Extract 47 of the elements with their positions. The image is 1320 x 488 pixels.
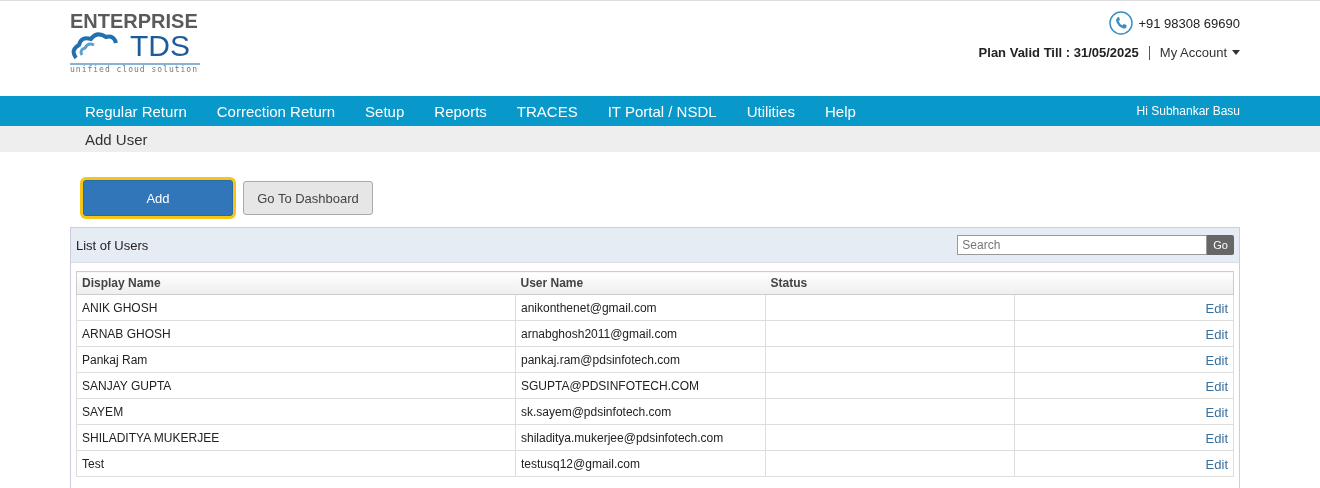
logo-text: TDS [130,31,190,61]
my-account-link[interactable]: My Account [1159,45,1240,60]
table-cell: SANJAY GUPTA [76,372,516,399]
column-header: Display Name [76,271,516,295]
nav-menu-item[interactable]: TRACES [501,102,593,120]
nav-menu-item[interactable]: IT Portal / NSDL [592,102,732,120]
table-cell: anikonthenet@gmail.com [515,294,766,321]
edit-link[interactable]: Edit [1205,457,1228,472]
table-cell: testusq12@gmail.com [515,450,766,477]
edit-link[interactable]: Edit [1205,379,1228,394]
edit-link[interactable]: Edit [1205,353,1228,368]
table-cell: SGUPTA@PDSINFOTECH.COM [515,372,766,399]
table-cell: ARNAB GHOSH [76,320,516,347]
table-cell: arnabghosh2011@gmail.com [515,320,766,347]
table-cell: shiladitya.mukerjee@pdsinfotech.com [515,424,766,451]
nav-menu-item[interactable]: Setup [350,102,420,120]
logo-tagline: unified cloud solution [70,63,200,74]
dashboard-button[interactable]: Go To Dashboard [243,181,373,215]
search-field[interactable]: Search [957,235,1208,255]
nav-menu-item[interactable]: Reports [419,102,502,120]
column-header: Status [765,271,1015,295]
table-cell: Pankaj Ram [76,346,516,373]
user-greeting: Hi Subhankar Basu [1136,104,1240,118]
panel-title: List of Users [76,237,149,253]
plan-validity: Plan Valid Till : 31/05/2025 [978,45,1139,60]
table-cell: ANIK GHOSH [76,294,516,321]
nav-menu-item[interactable]: Utilities [731,102,810,120]
caret-icon [1232,50,1240,55]
logo-text: ENTERPRISE [70,11,199,31]
nav-menu-item[interactable]: Correction Return [201,102,351,120]
table-cell: Test [76,450,516,477]
edit-link[interactable]: Edit [1205,431,1228,446]
edit-link[interactable]: Edit [1205,327,1228,342]
column-header: User Name [515,271,766,295]
nav-menu-item[interactable]: Help [809,102,871,120]
add-button[interactable]: Add [83,180,233,216]
table-cell: SHILADITYA MUKERJEE [76,424,516,451]
edit-link[interactable]: Edit [1205,301,1228,316]
page-title: Add User [85,130,148,148]
phone-number: +91 98308 69690 [1138,15,1240,31]
phone-icon [1109,11,1134,35]
table-cell: SAYEM [76,398,516,425]
table-cell: pankaj.ram@pdsinfotech.com [515,346,766,373]
edit-link[interactable]: Edit [1205,405,1228,420]
go-button[interactable]: Go [1207,235,1234,255]
table-cell: sk.sayem@pdsinfotech.com [515,398,766,425]
nav-menu-item[interactable]: Regular Return [70,102,202,120]
